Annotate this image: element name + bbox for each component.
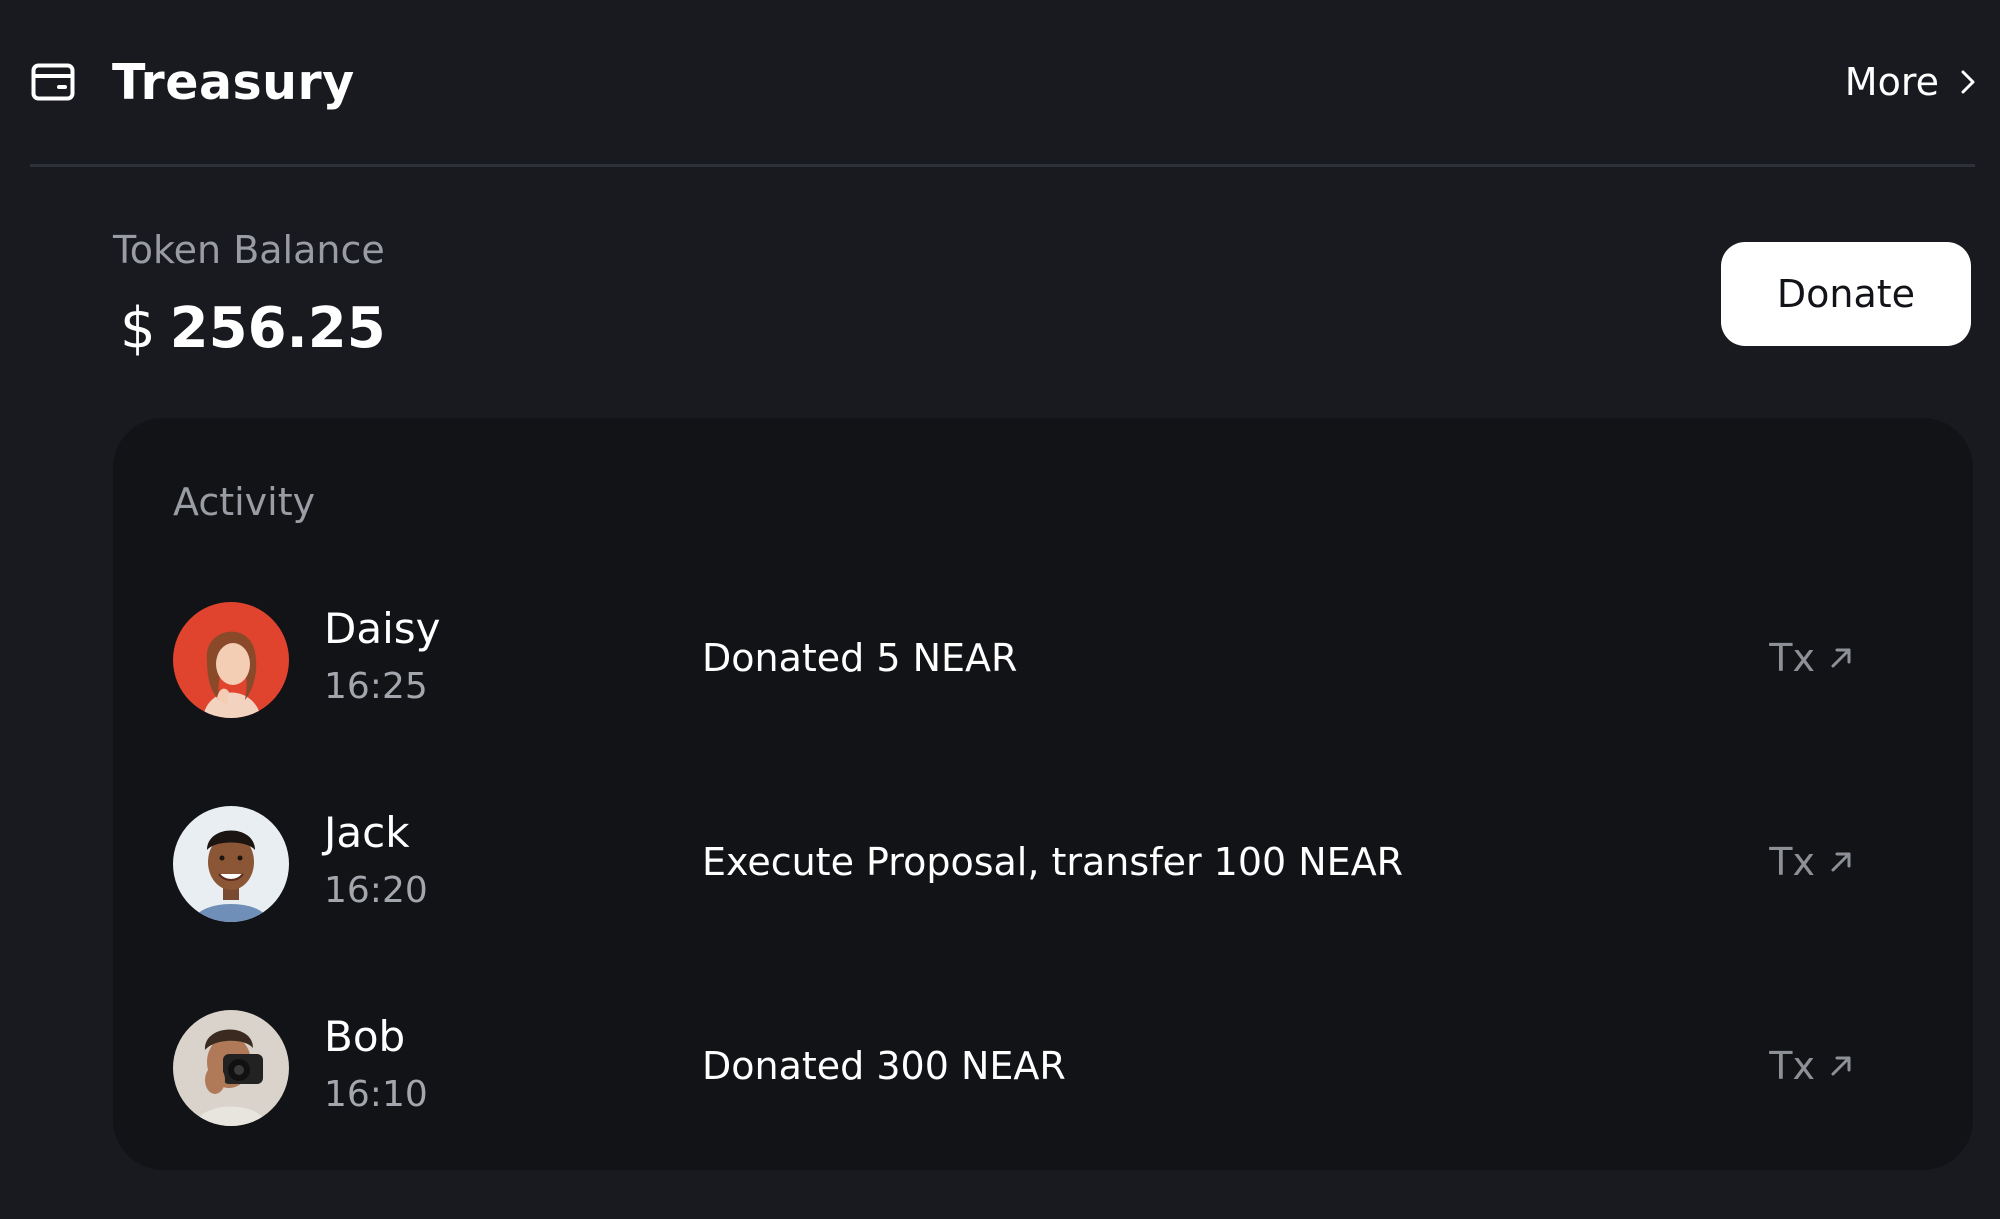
tx-label: Tx (1769, 840, 1815, 884)
header: Treasury More (30, 36, 1975, 128)
user-name: Bob (324, 1012, 406, 1061)
tx-link[interactable]: Tx (1769, 1044, 1853, 1088)
balance-amount: 256.25 (169, 296, 386, 361)
external-link-arrow-icon (1829, 646, 1853, 670)
more-link[interactable]: More (1845, 60, 1975, 104)
wallet-icon (30, 59, 76, 105)
chevron-right-icon (1961, 70, 1975, 94)
tx-link[interactable]: Tx (1769, 840, 1853, 884)
activity-time: 16:20 (324, 870, 428, 911)
currency-symbol: $ (120, 296, 156, 361)
activity-row: Bob 16:10 Donated 300 NEAR Tx (173, 1010, 1913, 1128)
header-left: Treasury (30, 54, 355, 111)
activity-row: Jack 16:20 Execute Proposal, transfer 10… (173, 806, 1913, 924)
activity-row: Daisy 16:25 Donated 5 NEAR Tx (173, 602, 1913, 720)
balance-label: Token Balance (113, 228, 385, 272)
user-name: Daisy (324, 604, 441, 653)
header-divider (30, 164, 1975, 167)
activity-time: 16:10 (324, 1074, 428, 1115)
page-title: Treasury (112, 53, 355, 111)
more-label: More (1844, 60, 1939, 104)
activity-description: Donated 5 NEAR (702, 636, 1018, 680)
tx-link[interactable]: Tx (1769, 636, 1853, 680)
tx-label: Tx (1769, 636, 1815, 680)
avatar (173, 602, 289, 718)
user-name: Jack (324, 808, 410, 857)
tx-label: Tx (1769, 1044, 1815, 1088)
activity-title: Activity (173, 480, 316, 524)
activity-time: 16:25 (324, 666, 428, 707)
activity-card: Activity Daisy 16:25 Donated 5 NEAR Tx J… (113, 418, 1973, 1170)
external-link-arrow-icon (1829, 1054, 1853, 1078)
external-link-arrow-icon (1829, 850, 1853, 874)
avatar (173, 806, 289, 922)
activity-description: Donated 300 NEAR (702, 1044, 1066, 1088)
activity-description: Execute Proposal, transfer 100 NEAR (702, 840, 1404, 884)
avatar (173, 1010, 289, 1126)
balance-value: $ 256.25 (120, 296, 386, 361)
donate-button[interactable]: Donate (1721, 242, 1971, 346)
treasury-panel: Treasury More Token Balance $ 256.25 Don… (0, 0, 2000, 1219)
